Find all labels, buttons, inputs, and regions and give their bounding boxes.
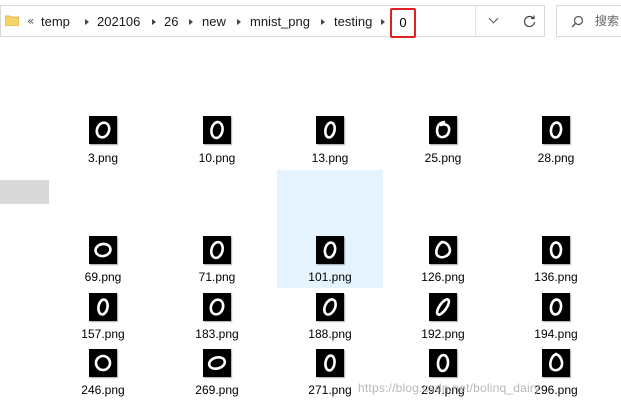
- image-thumbnail: [89, 116, 117, 144]
- file-item[interactable]: 28.png: [503, 110, 609, 169]
- file-item[interactable]: 269.png: [164, 343, 270, 401]
- image-thumbnail: [542, 349, 570, 377]
- file-item[interactable]: 194.png: [503, 287, 609, 345]
- file-name-label: 157.png: [81, 327, 125, 341]
- breadcrumb-current-label: 0: [399, 15, 407, 30]
- refresh-button[interactable]: [513, 5, 545, 37]
- search-box[interactable]: [556, 5, 621, 37]
- file-name-label: 188.png: [308, 327, 352, 341]
- breadcrumb-mnist-png[interactable]: mnist_png: [250, 14, 310, 29]
- file-list-view[interactable]: 3.png 10.png 13.png 25.png 28.png 69.png 71.pn…: [50, 40, 621, 406]
- navigation-pane[interactable]: [0, 40, 50, 406]
- search-icon: [571, 15, 584, 28]
- breadcrumb-new[interactable]: new: [202, 14, 226, 29]
- file-explorer-window: « temp 202106 26 new mnist_png testing 0: [0, 0, 621, 406]
- file-item[interactable]: 69.png: [50, 170, 156, 288]
- image-thumbnail: [89, 293, 117, 321]
- watermark: https://blog.csdn.net/bolinq_dairy: [358, 381, 541, 395]
- file-item[interactable]: 157.png: [50, 287, 156, 345]
- image-thumbnail: [203, 293, 231, 321]
- breadcrumb-separator[interactable]: [381, 19, 385, 25]
- file-name-label: 183.png: [195, 327, 239, 341]
- file-name-label: 194.png: [534, 327, 578, 341]
- breadcrumb-separator[interactable]: [237, 19, 241, 25]
- address-bar[interactable]: « temp 202106 26 new mnist_png testing 0: [0, 5, 513, 38]
- image-thumbnail: [203, 116, 231, 144]
- chevron-down-icon: [488, 13, 499, 24]
- file-item[interactable]: 3.png: [50, 110, 156, 169]
- image-thumbnail: [316, 293, 344, 321]
- file-item[interactable]: 13.png: [277, 110, 383, 169]
- image-thumbnail: [89, 349, 117, 377]
- breadcrumb-current-highlighted[interactable]: 0: [390, 8, 416, 38]
- file-item[interactable]: 183.png: [164, 287, 270, 345]
- image-thumbnail: [316, 349, 344, 377]
- file-name-label: 28.png: [537, 151, 575, 165]
- file-name-label: 269.png: [195, 383, 239, 397]
- file-name-label: 192.png: [421, 327, 465, 341]
- image-thumbnail: [542, 293, 570, 321]
- file-item[interactable]: 136.png: [503, 170, 609, 288]
- image-thumbnail: [429, 349, 457, 377]
- folder-icon: [5, 15, 19, 26]
- file-name-label: 71.png: [198, 270, 236, 284]
- nav-selected-item[interactable]: [0, 180, 49, 204]
- image-thumbnail: [316, 236, 344, 264]
- image-thumbnail: [89, 236, 117, 264]
- file-item[interactable]: 188.png: [277, 287, 383, 345]
- file-item-selected[interactable]: 101.png: [277, 170, 383, 288]
- search-input[interactable]: [595, 14, 621, 28]
- file-item[interactable]: 126.png: [390, 170, 496, 288]
- file-name-label: 101.png: [308, 270, 352, 284]
- file-item[interactable]: 25.png: [390, 110, 496, 169]
- image-thumbnail: [542, 116, 570, 144]
- image-thumbnail: [429, 293, 457, 321]
- file-item[interactable]: 246.png: [50, 343, 156, 401]
- breadcrumb-testing[interactable]: testing: [334, 14, 372, 29]
- image-thumbnail: [203, 236, 231, 264]
- file-item[interactable]: 10.png: [164, 110, 270, 169]
- file-name-label: 3.png: [87, 151, 119, 165]
- image-thumbnail: [429, 236, 457, 264]
- breadcrumb-26[interactable]: 26: [164, 14, 178, 29]
- breadcrumb-separator[interactable]: [152, 19, 156, 25]
- file-name-label: 246.png: [81, 383, 125, 397]
- image-thumbnail: [429, 116, 457, 144]
- breadcrumb-temp[interactable]: temp: [41, 14, 70, 29]
- image-thumbnail: [316, 116, 344, 144]
- address-history-dropdown-button[interactable]: [475, 6, 513, 36]
- file-name-label: 126.png: [421, 270, 465, 284]
- breadcrumb-separator[interactable]: [189, 19, 193, 25]
- file-name-label: 136.png: [534, 270, 578, 284]
- breadcrumb-separator[interactable]: [321, 19, 325, 25]
- file-name-label: 10.png: [198, 151, 236, 165]
- breadcrumb-202106[interactable]: 202106: [97, 14, 140, 29]
- file-item[interactable]: 71.png: [164, 170, 270, 288]
- refresh-icon: [523, 15, 536, 28]
- breadcrumb-overflow[interactable]: «: [27, 14, 34, 28]
- image-thumbnail: [203, 349, 231, 377]
- file-name-label: 25.png: [424, 151, 462, 165]
- file-item[interactable]: 192.png: [390, 287, 496, 345]
- image-thumbnail: [542, 236, 570, 264]
- breadcrumb-separator[interactable]: [85, 19, 89, 25]
- file-name-label: 13.png: [311, 151, 349, 165]
- file-name-label: 69.png: [84, 270, 122, 284]
